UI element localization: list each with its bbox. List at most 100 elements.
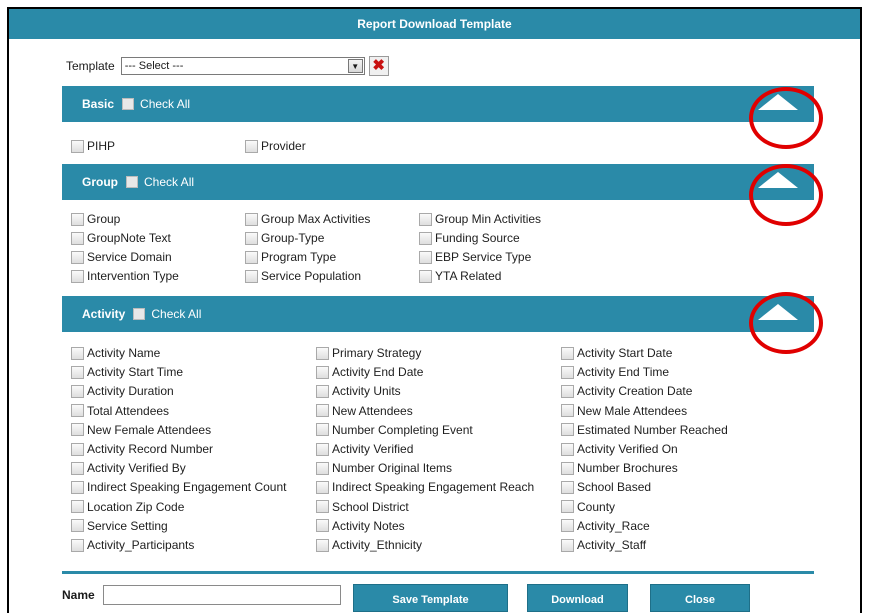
field-checkbox[interactable] xyxy=(561,365,574,379)
field-option[interactable]: PIHP xyxy=(71,139,115,153)
field-checkbox[interactable] xyxy=(245,231,258,245)
field-option[interactable]: Activity Record Number xyxy=(71,442,213,456)
close-button[interactable]: Close xyxy=(650,584,750,612)
field-checkbox[interactable] xyxy=(71,442,84,456)
field-checkbox[interactable] xyxy=(316,442,329,456)
field-option[interactable]: Activity Duration xyxy=(71,384,174,398)
check-all-checkbox[interactable] xyxy=(122,98,135,110)
field-option[interactable]: County xyxy=(561,500,615,514)
field-option[interactable]: Activity Verified On xyxy=(561,442,678,456)
field-checkbox[interactable] xyxy=(316,519,329,533)
field-option[interactable]: Primary Strategy xyxy=(316,346,421,360)
field-option[interactable]: Activity Start Time xyxy=(71,365,183,379)
field-option[interactable]: Activity Units xyxy=(316,384,401,398)
field-option[interactable]: Activity End Date xyxy=(316,365,423,379)
field-checkbox[interactable] xyxy=(71,250,84,264)
field-option[interactable]: Group xyxy=(71,212,120,226)
field-checkbox[interactable] xyxy=(316,384,329,398)
field-option[interactable]: Activity Notes xyxy=(316,519,405,533)
field-checkbox[interactable] xyxy=(561,346,574,360)
field-checkbox[interactable] xyxy=(71,384,84,398)
field-option[interactable]: Activity_Staff xyxy=(561,538,646,552)
field-checkbox[interactable] xyxy=(245,269,258,283)
field-checkbox[interactable] xyxy=(561,384,574,398)
field-option[interactable]: Group Min Activities xyxy=(419,212,541,226)
field-checkbox[interactable] xyxy=(419,212,432,226)
field-checkbox[interactable] xyxy=(245,212,258,226)
field-option[interactable]: GroupNote Text xyxy=(71,231,171,245)
field-option[interactable]: Activity Verified xyxy=(316,442,413,456)
field-option[interactable]: School Based xyxy=(561,480,651,494)
field-option[interactable]: Activity Creation Date xyxy=(561,384,692,398)
field-checkbox[interactable] xyxy=(71,404,84,418)
check-all-checkbox[interactable] xyxy=(133,308,146,320)
field-checkbox[interactable] xyxy=(71,538,84,552)
field-option[interactable]: Activity Start Date xyxy=(561,346,672,360)
field-checkbox[interactable] xyxy=(419,269,432,283)
field-option[interactable]: Number Original Items xyxy=(316,461,452,475)
field-option[interactable]: Indirect Speaking Engagement Count xyxy=(71,480,286,494)
field-option[interactable]: Program Type xyxy=(245,250,336,264)
field-option[interactable]: New Male Attendees xyxy=(561,404,687,418)
field-option[interactable]: Activity_Race xyxy=(561,519,650,533)
field-checkbox[interactable] xyxy=(561,480,574,494)
field-checkbox[interactable] xyxy=(316,423,329,437)
field-checkbox[interactable] xyxy=(316,538,329,552)
field-checkbox[interactable] xyxy=(71,423,84,437)
field-checkbox[interactable] xyxy=(316,365,329,379)
field-checkbox[interactable] xyxy=(71,500,84,514)
field-checkbox[interactable] xyxy=(561,538,574,552)
field-option[interactable]: Group Max Activities xyxy=(245,212,370,226)
field-checkbox[interactable] xyxy=(316,404,329,418)
field-option[interactable]: New Female Attendees xyxy=(71,423,211,437)
field-checkbox[interactable] xyxy=(71,519,84,533)
field-checkbox[interactable] xyxy=(561,442,574,456)
field-option[interactable]: Activity Verified By xyxy=(71,461,186,475)
field-checkbox[interactable] xyxy=(561,461,574,475)
field-checkbox[interactable] xyxy=(561,519,574,533)
clear-template-button[interactable]: ✖ xyxy=(368,56,389,76)
field-option[interactable]: Service Population xyxy=(245,269,361,283)
field-option[interactable]: Activity_Ethnicity xyxy=(316,538,422,552)
field-checkbox[interactable] xyxy=(316,346,329,360)
field-option[interactable]: Number Completing Event xyxy=(316,423,473,437)
field-checkbox[interactable] xyxy=(316,480,329,494)
check-all-checkbox[interactable] xyxy=(126,176,138,188)
field-option[interactable]: Activity Name xyxy=(71,346,160,360)
dropdown-arrow-icon[interactable]: ▼ xyxy=(347,59,363,73)
field-checkbox[interactable] xyxy=(245,139,258,153)
field-checkbox[interactable] xyxy=(316,500,329,514)
field-option[interactable]: Service Domain xyxy=(71,250,172,264)
field-option[interactable]: Number Brochures xyxy=(561,461,678,475)
field-option[interactable]: Provider xyxy=(245,139,306,153)
field-checkbox[interactable] xyxy=(561,423,574,437)
field-option[interactable]: Total Attendees xyxy=(71,404,169,418)
field-checkbox[interactable] xyxy=(71,139,84,153)
field-option[interactable]: Activity_Participants xyxy=(71,538,194,552)
download-button[interactable]: Download xyxy=(527,584,628,612)
field-checkbox[interactable] xyxy=(71,461,84,475)
field-checkbox[interactable] xyxy=(561,500,574,514)
template-select[interactable]: --- Select --- ▼ xyxy=(120,57,365,75)
field-option[interactable]: Group-Type xyxy=(245,231,324,245)
field-option[interactable]: Service Setting xyxy=(71,519,168,533)
field-option[interactable]: Estimated Number Reached xyxy=(561,423,728,437)
save-template-button[interactable]: Save Template xyxy=(353,584,508,612)
field-option[interactable]: Funding Source xyxy=(419,231,520,245)
field-option[interactable]: Location Zip Code xyxy=(71,500,184,514)
field-option[interactable]: Indirect Speaking Engagement Reach xyxy=(316,480,534,494)
field-option[interactable]: School District xyxy=(316,500,409,514)
field-checkbox[interactable] xyxy=(71,231,84,245)
field-option[interactable]: New Attendees xyxy=(316,404,413,418)
field-checkbox[interactable] xyxy=(245,250,258,264)
field-checkbox[interactable] xyxy=(561,404,574,418)
field-checkbox[interactable] xyxy=(71,346,84,360)
template-name-input[interactable] xyxy=(103,585,341,605)
field-checkbox[interactable] xyxy=(419,231,432,245)
field-option[interactable]: EBP Service Type xyxy=(419,250,531,264)
field-option[interactable]: Activity End Time xyxy=(561,365,669,379)
field-checkbox[interactable] xyxy=(316,461,329,475)
field-checkbox[interactable] xyxy=(71,480,84,494)
field-option[interactable]: Intervention Type xyxy=(71,269,179,283)
field-checkbox[interactable] xyxy=(71,269,84,283)
